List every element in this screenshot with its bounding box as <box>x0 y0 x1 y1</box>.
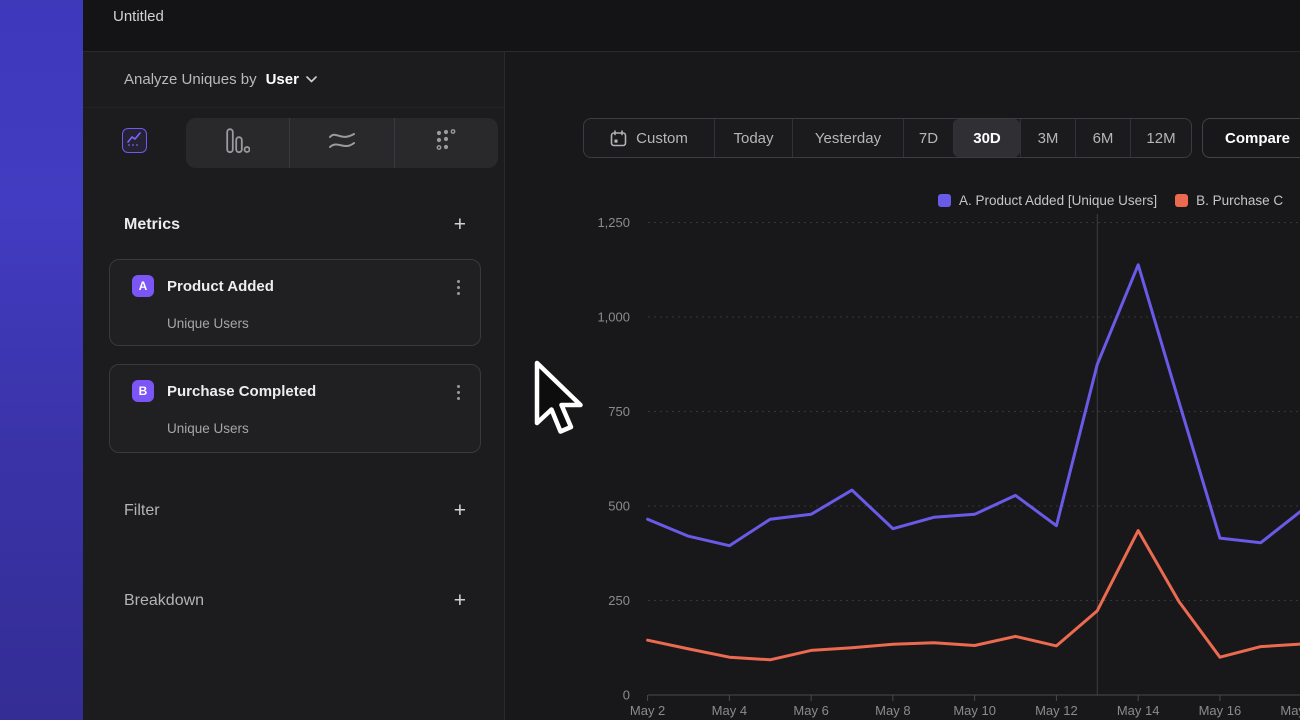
metrics-title: Metrics <box>124 216 180 234</box>
breakdown-row: Breakdown + <box>124 590 466 611</box>
add-filter-button[interactable]: + <box>454 500 466 521</box>
kebab-icon <box>457 280 460 283</box>
x-axis: May 2 May 4 May 6 May 8 May 10 May 12 May 14 Ma… <box>630 695 1300 718</box>
left-accent-strip <box>0 0 83 720</box>
metric-card-b[interactable]: B Purchase Completed Unique Users <box>109 364 481 453</box>
add-breakdown-button[interactable]: + <box>454 590 466 611</box>
metrics-header: Metrics + <box>124 214 466 235</box>
metric-badge-b: B <box>132 380 154 402</box>
analyze-by-dropdown[interactable]: User <box>266 71 299 88</box>
chart-type-tab-flow[interactable] <box>289 118 393 168</box>
chart-type-tab-bar[interactable] <box>186 118 289 168</box>
y-tick-label: 500 <box>608 499 630 514</box>
metric-options-button-b[interactable] <box>457 385 460 400</box>
y-tick-label: 0 <box>623 688 630 703</box>
bar-chart-icon <box>226 128 250 159</box>
line-chart-icon <box>127 131 142 151</box>
x-tick-label: May 16 <box>1199 703 1242 718</box>
metric-subtitle-b[interactable]: Unique Users <box>167 421 249 436</box>
filter-title: Filter <box>124 502 160 520</box>
x-tick-label: May 6 <box>793 703 828 718</box>
sidebar: Analyze Uniques by User <box>83 52 505 720</box>
chart-panel: Custom Today Yesterday 7D 30D 3M 6M 12M … <box>505 52 1300 720</box>
x-tick-label: May 18 <box>1280 703 1300 718</box>
analyze-by-label: Analyze Uniques by <box>124 71 257 88</box>
metric-badge-a: A <box>132 275 154 297</box>
metric-options-button-a[interactable] <box>457 280 460 295</box>
y-tick-label: 1,000 <box>597 310 630 325</box>
grid-dots-icon <box>435 129 457 158</box>
y-tick-label: 750 <box>608 404 630 419</box>
app: Untitled Analyze Uniques by User <box>0 0 1300 720</box>
x-tick-label: May 2 <box>630 703 665 718</box>
flow-chart-icon <box>329 130 355 157</box>
chart-canvas: 0 250 500 750 1,000 1,250 May 2 May 4 May 6 May 8… <box>505 52 1300 720</box>
chart-type-tab-strip <box>186 118 498 168</box>
add-metric-button[interactable]: + <box>454 214 466 235</box>
kebab-icon <box>457 385 460 388</box>
y-tick-label: 250 <box>608 593 630 608</box>
x-tick-label: May 14 <box>1117 703 1160 718</box>
document-title[interactable]: Untitled <box>113 8 164 25</box>
mouse-cursor <box>533 360 587 445</box>
x-tick-label: May 8 <box>875 703 910 718</box>
metric-subtitle-a[interactable]: Unique Users <box>167 316 249 331</box>
metric-title-a: Product Added <box>167 278 274 295</box>
series-line-product-added <box>648 265 1300 546</box>
filter-row: Filter + <box>124 500 466 521</box>
breakdown-title: Breakdown <box>124 592 204 610</box>
x-tick-label: May 4 <box>712 703 747 718</box>
metric-card-a[interactable]: A Product Added Unique Users <box>109 259 481 346</box>
x-tick-label: May 10 <box>953 703 996 718</box>
chart-type-tab-line[interactable] <box>122 128 147 153</box>
top-bar: Untitled <box>83 0 1300 52</box>
x-tick-label: May 12 <box>1035 703 1078 718</box>
analyze-by-row: Analyze Uniques by User <box>83 52 504 108</box>
series-line-purchase-completed <box>648 531 1300 660</box>
metric-title-b: Purchase Completed <box>167 383 316 400</box>
chart-type-tab-grid[interactable] <box>394 118 498 168</box>
chevron-down-icon[interactable] <box>306 76 317 83</box>
y-tick-label: 1,250 <box>597 215 630 230</box>
